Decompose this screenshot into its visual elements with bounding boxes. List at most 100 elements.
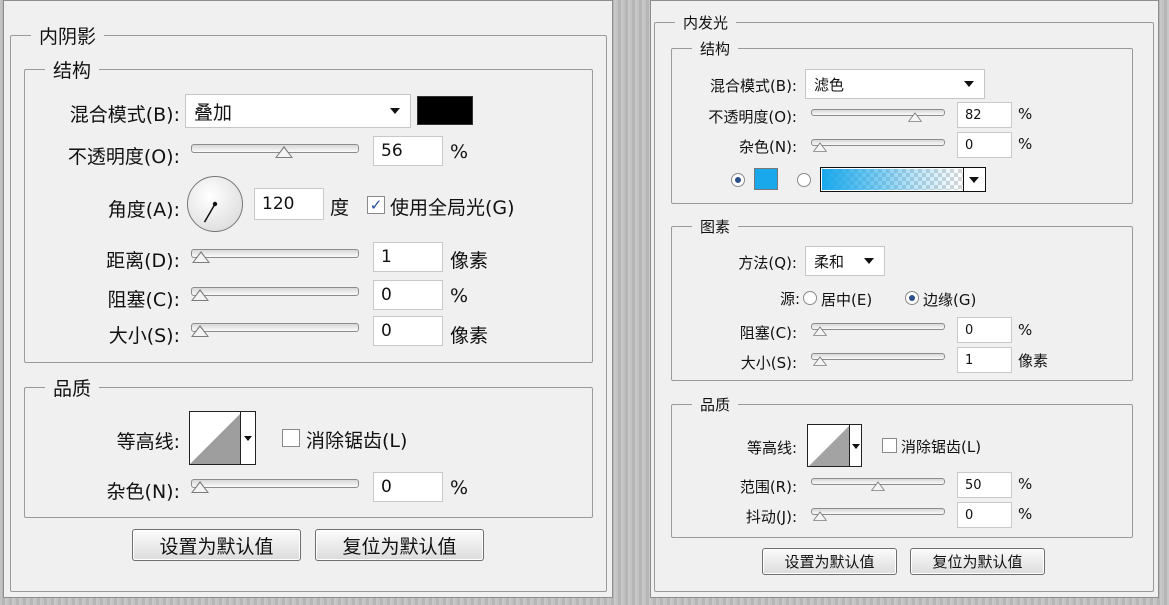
technique-select[interactable]: 柔和 — [805, 246, 885, 276]
global-light-checkbox[interactable]: ✓ — [367, 196, 385, 214]
glow-blend-mode-value: 滤色 — [814, 75, 845, 94]
distance-slider[interactable] — [191, 249, 359, 273]
glow-size-slider[interactable] — [811, 353, 945, 373]
inner-shadow-panel: 内阴影 结构 混合模式(B): 叠加 不透明度(O): 56 % 角度(A): … — [3, 0, 613, 598]
set-default-button[interactable]: 设置为默认值 — [132, 529, 301, 561]
glow-noise-unit: % — [1018, 135, 1033, 153]
technique-label: 方法(Q): — [738, 254, 797, 272]
glow-size-label: 大小(S): — [740, 354, 797, 372]
glow-contour-label: 等高线: — [746, 439, 797, 457]
choke-input[interactable]: 0 — [373, 280, 443, 310]
slider-thumb[interactable] — [275, 146, 293, 158]
chevron-down-icon[interactable] — [849, 425, 861, 466]
choke-label: 阻塞(C): — [107, 289, 181, 311]
size-slider[interactable] — [191, 323, 359, 347]
opacity-label: 不透明度(O): — [67, 146, 180, 168]
chevron-down-icon — [390, 108, 400, 114]
jitter-slider[interactable] — [811, 508, 945, 528]
angle-unit: 度 — [330, 197, 350, 219]
range-unit: % — [1018, 475, 1033, 493]
glow-blend-mode-select[interactable]: 滤色 — [805, 69, 985, 99]
noise-input[interactable]: 0 — [373, 472, 443, 502]
glow-anti-alias-label: 消除锯齿(L) — [901, 438, 982, 456]
range-slider[interactable] — [811, 478, 945, 498]
range-label: 范围(R): — [739, 478, 797, 496]
blend-mode-value: 叠加 — [194, 101, 233, 124]
glow-opacity-label: 不透明度(O): — [708, 108, 797, 126]
chevron-down-icon — [864, 258, 874, 264]
source-edge-radio[interactable] — [905, 291, 919, 305]
blend-mode-select[interactable]: 叠加 — [185, 94, 411, 128]
glow-noise-input[interactable]: 0 — [957, 132, 1012, 158]
source-center-radio[interactable] — [803, 291, 817, 305]
blend-mode-label: 混合模式(B): — [69, 104, 180, 126]
glow-opacity-slider[interactable] — [811, 109, 945, 129]
gradient-radio[interactable] — [797, 173, 811, 187]
glow-set-default-button[interactable]: 设置为默认值 — [762, 548, 897, 575]
glow-size-unit: 像素 — [1018, 352, 1049, 370]
technique-value: 柔和 — [814, 252, 845, 271]
contour-label: 等高线: — [116, 431, 180, 453]
shadow-color-swatch[interactable] — [417, 96, 473, 125]
slider-thumb[interactable] — [812, 511, 828, 521]
glow-opacity-unit: % — [1018, 105, 1033, 123]
anti-alias-label: 消除锯齿(L) — [306, 430, 408, 452]
inner-glow-title: 内发光 — [683, 14, 729, 32]
distance-unit: 像素 — [450, 250, 489, 272]
opacity-unit: % — [450, 141, 469, 163]
slider-thumb[interactable] — [191, 251, 210, 263]
glow-anti-alias-checkbox[interactable] — [882, 438, 897, 453]
quality-title: 品质 — [53, 378, 92, 400]
slider-thumb[interactable] — [870, 481, 886, 491]
size-unit: 像素 — [450, 325, 489, 347]
slider-thumb[interactable] — [907, 112, 923, 122]
solid-color-radio[interactable] — [731, 173, 745, 187]
opacity-input[interactable]: 56 — [373, 136, 443, 166]
glow-contour-picker[interactable] — [807, 424, 862, 467]
slider-thumb[interactable] — [191, 289, 209, 301]
range-input[interactable]: 50 — [957, 472, 1012, 498]
noise-unit: % — [450, 477, 469, 499]
source-label: 源: — [779, 290, 800, 308]
contour-picker[interactable] — [189, 411, 256, 465]
jitter-input[interactable]: 0 — [957, 502, 1012, 528]
gradient-picker[interactable] — [820, 167, 986, 192]
opacity-slider[interactable] — [191, 144, 359, 168]
glow-size-input[interactable]: 1 — [957, 347, 1012, 373]
source-edge-label: 边缘(G) — [923, 291, 977, 309]
inner-glow-panel: 内发光 结构 混合模式(B): 滤色 不透明度(O): 82 % 杂色(N): … — [650, 0, 1159, 598]
glow-color-swatch[interactable] — [754, 168, 778, 190]
global-light-label: 使用全局光(G) — [390, 197, 515, 219]
angle-input[interactable]: 120 — [254, 188, 324, 220]
glow-structure-title: 结构 — [700, 40, 731, 58]
glow-blend-mode-label: 混合模式(B): — [709, 77, 797, 95]
noise-slider[interactable] — [191, 479, 359, 503]
anti-alias-checkbox[interactable] — [282, 429, 300, 447]
slider-thumb[interactable] — [191, 481, 209, 493]
glow-reset-default-button[interactable]: 复位为默认值 — [910, 548, 1045, 575]
glow-choke-input[interactable]: 0 — [957, 317, 1012, 343]
contour-curve-icon — [190, 412, 242, 464]
slider-thumb[interactable] — [812, 326, 828, 336]
size-input[interactable]: 0 — [373, 316, 443, 346]
distance-input[interactable]: 1 — [373, 242, 443, 272]
glow-choke-label: 阻塞(C): — [739, 324, 797, 342]
structure-title: 结构 — [53, 60, 92, 82]
chevron-down-icon — [964, 81, 974, 87]
source-center-label: 居中(E) — [821, 291, 873, 309]
elements-title: 图素 — [700, 218, 731, 236]
reset-default-button[interactable]: 复位为默认值 — [315, 529, 484, 561]
chevron-down-icon[interactable] — [963, 168, 985, 191]
glow-choke-slider[interactable] — [811, 323, 945, 343]
choke-unit: % — [450, 285, 469, 307]
angle-dial[interactable] — [187, 176, 243, 232]
slider-thumb[interactable] — [191, 325, 209, 337]
glow-opacity-input[interactable]: 82 — [957, 102, 1012, 128]
noise-label: 杂色(N): — [106, 481, 180, 503]
glow-noise-slider[interactable] — [811, 139, 945, 159]
slider-thumb[interactable] — [813, 356, 828, 366]
jitter-unit: % — [1018, 505, 1033, 523]
chevron-down-icon[interactable] — [240, 412, 255, 464]
choke-slider[interactable] — [191, 287, 359, 311]
slider-thumb[interactable] — [812, 142, 828, 152]
